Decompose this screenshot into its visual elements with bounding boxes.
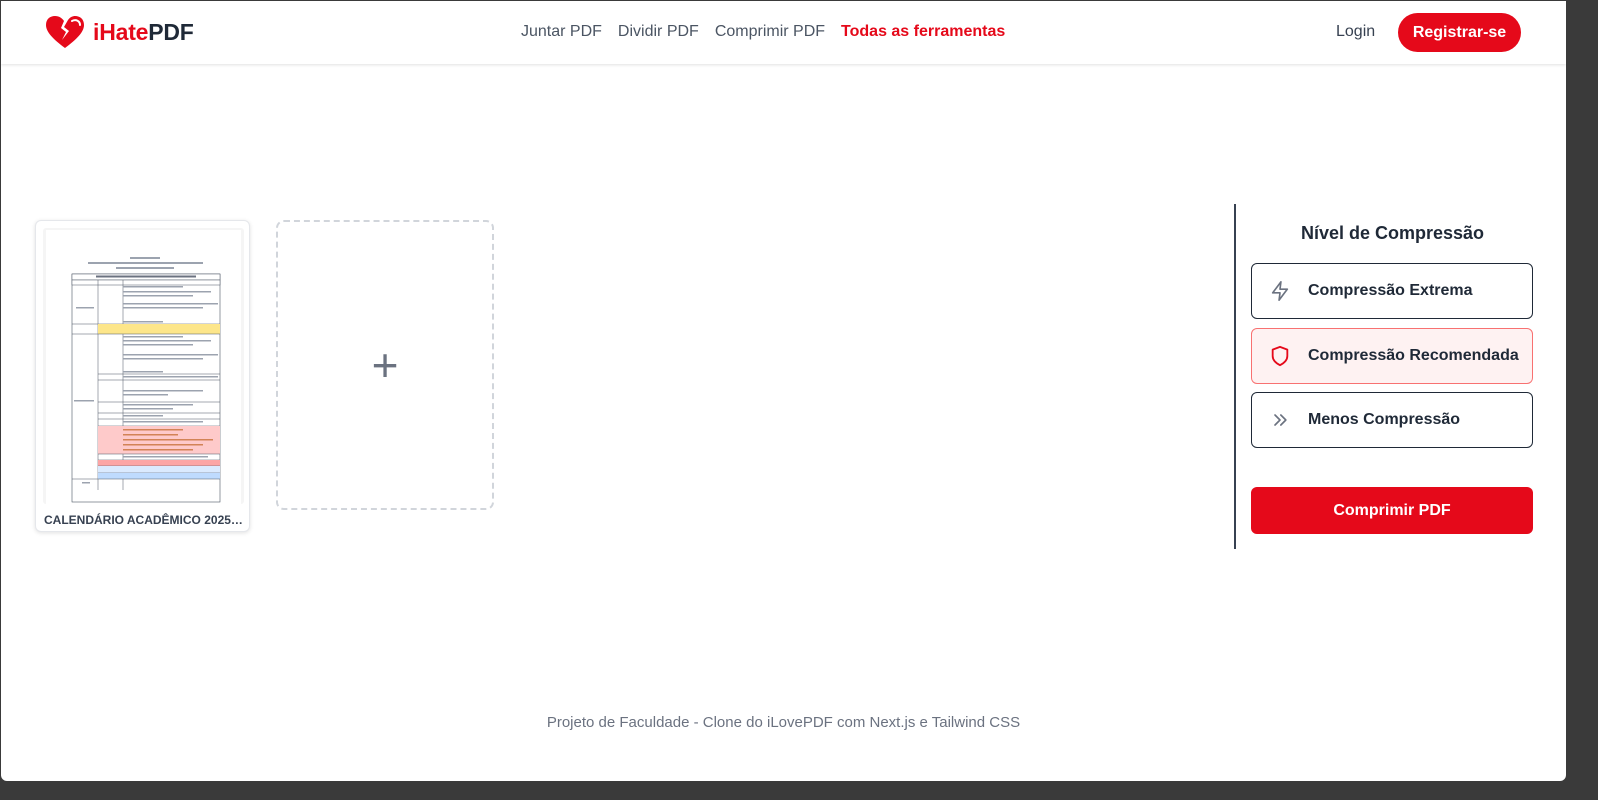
option-label: Compressão Recomendada <box>1308 347 1519 364</box>
add-file-button[interactable]: + <box>276 220 494 510</box>
shield-icon <box>1268 344 1292 368</box>
nav-link-todas-ferramentas[interactable]: Todas as ferramentas <box>841 23 1005 41</box>
nav-link-comprimir-pdf[interactable]: Comprimir PDF <box>715 23 825 41</box>
plus-icon: + <box>371 339 399 391</box>
option-menos-compressao[interactable]: Menos Compressão <box>1251 392 1533 448</box>
logo-text: iHatePDF <box>93 19 194 46</box>
main-nav: Juntar PDF Dividir PDF Comprimir PDF Tod… <box>521 23 1005 41</box>
login-link[interactable]: Login <box>1336 23 1375 41</box>
option-compressao-extrema[interactable]: Compressão Extrema <box>1251 263 1533 319</box>
logo-text-part1: iHate <box>93 18 149 45</box>
pdf-thumbnail <box>43 228 244 504</box>
compression-level-title: Nível de Compressão <box>1300 223 1485 243</box>
app-window: iHatePDF Juntar PDF Dividir PDF Comprimi… <box>1 1 1566 781</box>
pdf-page-preview <box>46 230 241 504</box>
option-compressao-recomendada[interactable]: Compressão Recomendada <box>1251 328 1533 384</box>
sidebar-divider <box>1234 204 1236 549</box>
nav-link-dividir-pdf[interactable]: Dividir PDF <box>618 23 699 41</box>
file-card[interactable]: CALENDÁRIO ACADÊMICO 2025 ... <box>35 220 250 532</box>
logo-text-part2: PDF <box>148 18 194 45</box>
lightning-icon <box>1268 279 1292 303</box>
double-chevron-right-icon <box>1268 408 1292 432</box>
top-navbar: iHatePDF Juntar PDF Dividir PDF Comprimi… <box>1 1 1566 64</box>
broken-heart-icon <box>46 16 84 48</box>
option-label: Compressão Extrema <box>1308 282 1473 299</box>
file-name: CALENDÁRIO ACADÊMICO 2025 ... <box>44 513 244 527</box>
logo[interactable]: iHatePDF <box>45 15 194 49</box>
document-preview-image <box>71 257 221 503</box>
register-button[interactable]: Registrar-se <box>1398 13 1521 52</box>
footer-text: Projeto de Faculdade - Clone do iLovePDF… <box>546 714 1021 731</box>
compress-pdf-button[interactable]: Comprimir PDF <box>1251 487 1533 534</box>
option-label: Menos Compressão <box>1308 411 1461 428</box>
nav-link-juntar-pdf[interactable]: Juntar PDF <box>521 23 602 41</box>
